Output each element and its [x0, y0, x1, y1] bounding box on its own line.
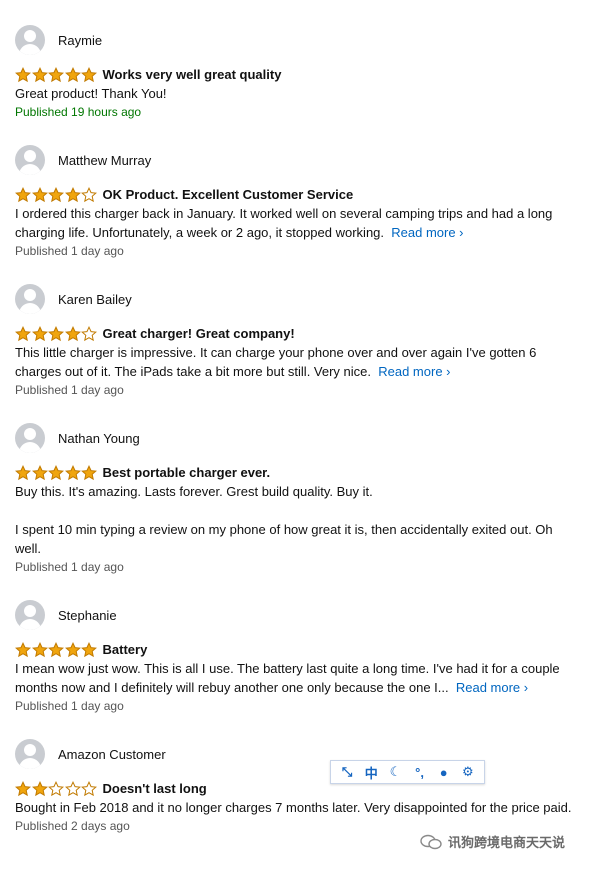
watermark: 讯狗跨境电商天天说 [420, 832, 565, 851]
star-filled-icon [81, 66, 97, 82]
star-filled-icon [48, 464, 64, 480]
read-more-link[interactable]: Read more › [391, 225, 463, 240]
review-item: Matthew Murray OK Product. Excellent Cus… [15, 144, 600, 261]
review-title[interactable]: Great charger! Great company! [103, 326, 295, 341]
review-title[interactable]: OK Product. Excellent Customer Service [103, 187, 354, 202]
punctuation-icon[interactable]: °, [411, 763, 429, 781]
star-filled-icon [64, 186, 81, 202]
star-rating [15, 641, 98, 658]
published-date: Published 1 day ago [15, 699, 124, 713]
review-body-line: charging life. Unfortunately, a week or … [15, 225, 385, 240]
reviewer-name[interactable]: Karen Bailey [58, 292, 132, 307]
published-date: Published 1 day ago [15, 383, 124, 397]
star-filled-icon [81, 464, 97, 480]
review-body-line: I mean wow just wow. This is all I use. … [15, 661, 560, 676]
review-body-line: Great product! Thank You! [15, 86, 167, 101]
review-body: This little charger is impressive. It ca… [15, 343, 600, 381]
star-empty-icon [81, 325, 97, 341]
avatar[interactable] [15, 145, 45, 175]
review-title[interactable]: Best portable charger ever. [103, 465, 271, 480]
review-body-line: charges out of it. The iPads take a bit … [15, 364, 371, 379]
review-body-line: I ordered this charger back in January. … [15, 206, 553, 221]
read-more-link[interactable]: Read more › [456, 680, 528, 695]
star-filled-icon [48, 186, 64, 202]
review-title[interactable]: Battery [103, 642, 148, 657]
star-rating [15, 186, 98, 203]
review-body-line: I spent 10 min typing a review on my pho… [15, 522, 553, 537]
review-item: Stephanie Battery I mean wow just wow. T… [15, 599, 600, 716]
review-body: Great product! Thank You! [15, 84, 600, 103]
arrow-icon[interactable]: ⤡ [338, 763, 356, 781]
star-filled-icon [31, 780, 48, 796]
moon-icon[interactable]: ☾ [386, 763, 404, 781]
star-filled-icon [31, 186, 48, 202]
review-title[interactable]: Works very well great quality [103, 67, 282, 82]
user-icon[interactable]: ● [435, 763, 453, 781]
star-filled-icon [48, 66, 64, 82]
published-date: Published 19 hours ago [15, 105, 142, 119]
star-filled-icon [48, 325, 64, 341]
star-empty-icon [81, 780, 97, 796]
star-empty-icon [81, 186, 97, 202]
star-filled-icon [81, 641, 97, 657]
star-rating [15, 780, 98, 797]
star-filled-icon [64, 641, 81, 657]
star-filled-icon [15, 464, 31, 480]
watermark-text: 讯狗跨境电商天天说 [448, 835, 566, 850]
reviewer-name[interactable]: Raymie [58, 33, 102, 48]
avatar[interactable] [15, 739, 45, 769]
review-body: Buy this. It's amazing. Lasts forever. G… [15, 482, 600, 558]
star-filled-icon [15, 780, 31, 796]
reviewer-name[interactable]: Stephanie [58, 608, 117, 623]
published-date: Published 1 day ago [15, 244, 124, 258]
reviewer-name[interactable]: Nathan Young [58, 431, 140, 446]
star-filled-icon [64, 464, 81, 480]
review-item: Karen Bailey Great charger! Great compan… [15, 283, 600, 400]
ime-toolbar[interactable]: ⤡ 中 ☾ °, ● ⚙ [330, 760, 485, 784]
wechat-logo-icon [420, 834, 442, 849]
review-title[interactable]: Doesn't last long [103, 781, 207, 796]
star-rating [15, 66, 98, 83]
star-filled-icon [15, 186, 31, 202]
review-body-line: This little charger is impressive. It ca… [15, 345, 537, 360]
avatar[interactable] [15, 284, 45, 314]
review-item: Amazon Customer Doesn't last long Bought… [15, 738, 600, 836]
reviewer-name[interactable]: Amazon Customer [58, 747, 166, 762]
gear-icon[interactable]: ⚙ [459, 763, 477, 781]
review-body: Bought in Feb 2018 and it no longer char… [15, 798, 600, 817]
avatar[interactable] [15, 423, 45, 453]
review-body: I ordered this charger back in January. … [15, 204, 600, 242]
avatar[interactable] [15, 25, 45, 55]
star-filled-icon [64, 325, 81, 341]
avatar[interactable] [15, 600, 45, 630]
star-empty-icon [64, 780, 81, 796]
review-body: I mean wow just wow. This is all I use. … [15, 659, 600, 697]
star-filled-icon [31, 66, 48, 82]
star-empty-icon [48, 780, 64, 796]
star-rating [15, 325, 98, 342]
star-filled-icon [64, 66, 81, 82]
star-filled-icon [31, 641, 48, 657]
star-filled-icon [48, 641, 64, 657]
star-filled-icon [15, 66, 31, 82]
star-filled-icon [15, 325, 31, 341]
star-filled-icon [15, 641, 31, 657]
review-item: Raymie Works very well great quality Gre… [15, 24, 600, 122]
review-body-line: Bought in Feb 2018 and it no longer char… [15, 800, 572, 815]
chinese-mode-icon[interactable]: 中 [362, 763, 380, 781]
review-item: Nathan Young Best portable charger ever.… [15, 422, 600, 577]
published-date: Published 1 day ago [15, 560, 124, 574]
star-filled-icon [31, 325, 48, 341]
star-rating [15, 464, 98, 481]
read-more-link[interactable]: Read more › [378, 364, 450, 379]
review-body-line: months now and I definitely will rebuy a… [15, 680, 449, 695]
reviewer-name[interactable]: Matthew Murray [58, 153, 151, 168]
review-body-line: well. [15, 541, 42, 556]
star-filled-icon [31, 464, 48, 480]
review-body-line: Buy this. It's amazing. Lasts forever. G… [15, 484, 373, 499]
